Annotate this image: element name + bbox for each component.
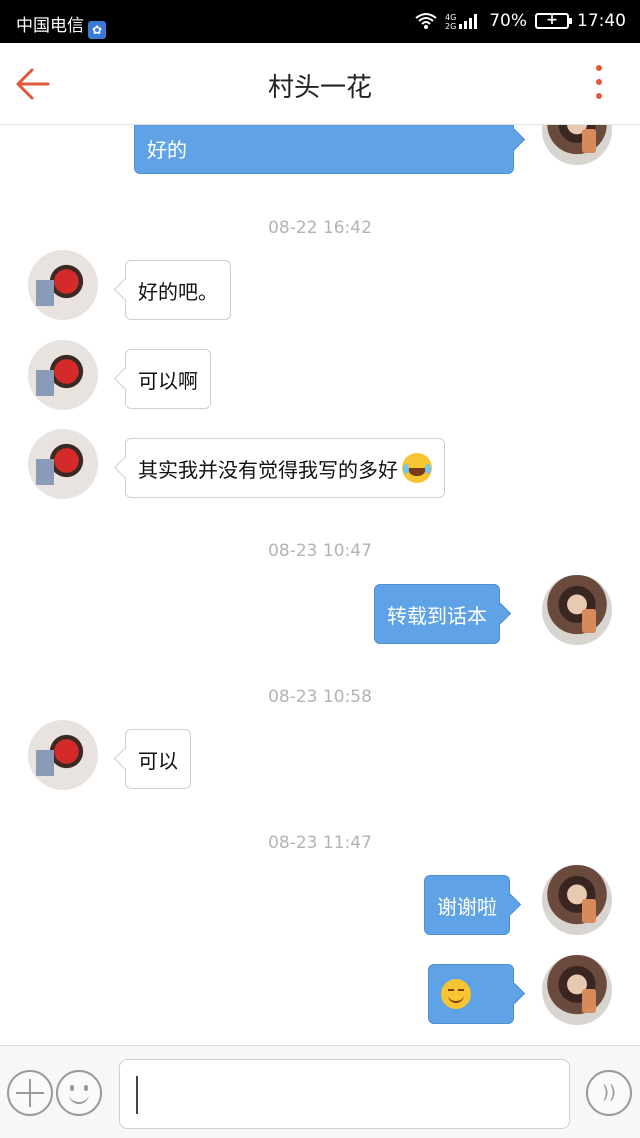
status-bar: 中国电信 ✿ 4G 2G 70% + 17:40 — [0, 0, 640, 43]
message-timestamp: 08-23 10:47 — [268, 541, 372, 561]
message-bubble-incoming[interactable]: 可以 — [125, 729, 191, 789]
self-avatar[interactable] — [542, 865, 612, 935]
svg-text:4G: 4G — [445, 13, 456, 22]
message-bubble-incoming[interactable]: 可以啊 — [125, 349, 211, 409]
clock: 17:40 — [577, 11, 626, 31]
message-timestamp: 08-23 10:58 — [268, 687, 372, 707]
signal-icon: 4G 2G — [445, 12, 481, 30]
message-timestamp: 08-22 16:42 — [268, 218, 372, 238]
contact-avatar[interactable] — [28, 429, 98, 499]
self-avatar[interactable] — [542, 125, 612, 165]
add-attachment-icon[interactable] — [7, 1070, 53, 1116]
chat-title: 村头一花 — [267, 73, 372, 103]
laughing-tears-emoji-icon — [402, 453, 432, 483]
message-timestamp: 08-23 11:47 — [268, 833, 372, 853]
emoji-picker-icon[interactable] — [56, 1070, 102, 1116]
message-bubble-incoming[interactable]: 好的吧。 — [125, 260, 231, 320]
text-caret — [136, 1076, 138, 1114]
message-input-bar: )) — [0, 1045, 640, 1138]
self-avatar[interactable] — [542, 575, 612, 645]
message-bubble-incoming[interactable]: 其实我并没有觉得我写的多好 — [125, 438, 445, 498]
message-input-container[interactable] — [119, 1059, 570, 1129]
smile-emoji-icon — [441, 979, 471, 1009]
carrier-label: 中国电信 ✿ — [16, 11, 106, 39]
message-bubble-outgoing[interactable]: 转载到话本 — [374, 584, 500, 644]
message-input[interactable] — [142, 1070, 552, 1120]
battery-percent: 70% — [489, 11, 527, 31]
battery-icon: + — [535, 12, 572, 29]
chat-header: 村头一花 — [0, 43, 640, 125]
self-avatar[interactable] — [542, 955, 612, 1025]
contact-avatar[interactable] — [28, 340, 98, 410]
message-bubble-outgoing[interactable]: 好的 — [134, 125, 514, 174]
message-list[interactable]: 好的 08-22 16:42 好的吧。 可以啊 其实我并没有觉得我写的多好 08… — [0, 125, 640, 1045]
more-options-icon[interactable] — [594, 65, 604, 103]
status-icons: 4G 2G 70% + 17:40 — [415, 11, 626, 31]
contact-avatar[interactable] — [28, 250, 98, 320]
contact-avatar[interactable] — [28, 720, 98, 790]
voice-input-icon[interactable]: )) — [586, 1070, 632, 1116]
baidu-paw-icon: ✿ — [88, 21, 106, 39]
svg-text:2G: 2G — [445, 22, 456, 30]
wifi-icon — [415, 12, 437, 30]
message-bubble-outgoing[interactable]: 谢谢啦 — [424, 875, 510, 935]
message-bubble-outgoing[interactable] — [428, 964, 514, 1024]
